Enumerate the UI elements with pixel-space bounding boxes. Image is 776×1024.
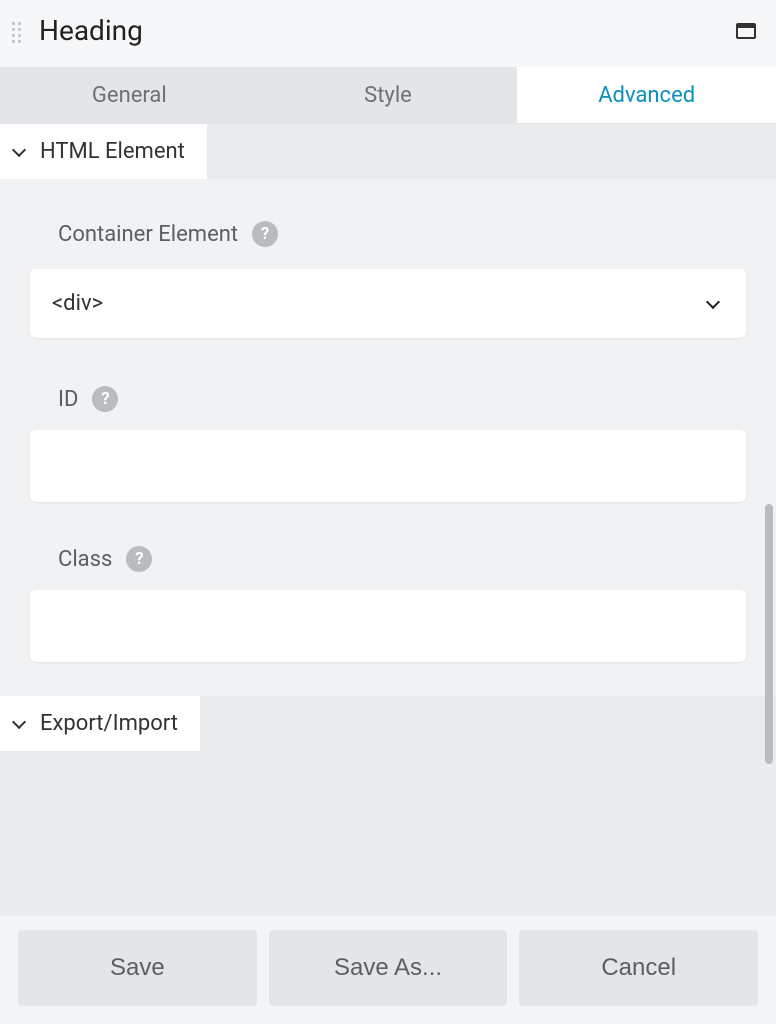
tab-style[interactable]: Style xyxy=(259,67,518,123)
panel-title: Heading xyxy=(39,14,736,47)
field-row-container: Container Element ? xyxy=(58,221,746,247)
section-title-html-element: HTML Element xyxy=(40,139,185,164)
label-container-element: Container Element xyxy=(58,222,238,247)
label-class: Class xyxy=(58,547,112,572)
scroll-area[interactable]: HTML Element Container Element ? <div> I… xyxy=(0,124,776,916)
save-button[interactable]: Save xyxy=(18,930,257,1006)
tab-general[interactable]: General xyxy=(0,67,259,123)
cancel-button[interactable]: Cancel xyxy=(519,930,758,1006)
chevron-down-icon xyxy=(12,714,26,728)
section-toggle-html-element[interactable]: HTML Element xyxy=(0,124,207,179)
field-row-class: Class ? xyxy=(58,546,746,572)
help-icon[interactable]: ? xyxy=(126,546,152,572)
label-id: ID xyxy=(58,387,78,412)
drag-handle-icon[interactable] xyxy=(12,22,21,43)
save-as-button[interactable]: Save As... xyxy=(269,930,508,1006)
footer: Save Save As... Cancel xyxy=(0,916,776,1024)
section-title-export-import: Export/Import xyxy=(40,711,178,736)
container-element-select-wrap: <div> xyxy=(30,269,746,338)
scrollbar-thumb[interactable] xyxy=(765,504,773,764)
field-row-id: ID ? xyxy=(58,386,746,412)
id-input[interactable] xyxy=(30,430,746,502)
help-icon[interactable]: ? xyxy=(252,221,278,247)
section-toggle-export-import[interactable]: Export/Import xyxy=(0,696,200,751)
tab-advanced[interactable]: Advanced xyxy=(517,67,776,123)
container-element-select[interactable]: <div> xyxy=(30,269,746,338)
chevron-down-icon xyxy=(12,142,26,156)
tab-bar: General Style Advanced xyxy=(0,67,776,124)
class-input[interactable] xyxy=(30,590,746,662)
help-icon[interactable]: ? xyxy=(92,386,118,412)
panel-header: Heading xyxy=(0,0,776,67)
section-body-html-element: Container Element ? <div> ID ? Class ? xyxy=(0,179,776,696)
settings-panel: Heading General Style Advanced HTML Elem… xyxy=(0,0,776,1024)
responsive-toggle-icon[interactable] xyxy=(736,23,756,39)
